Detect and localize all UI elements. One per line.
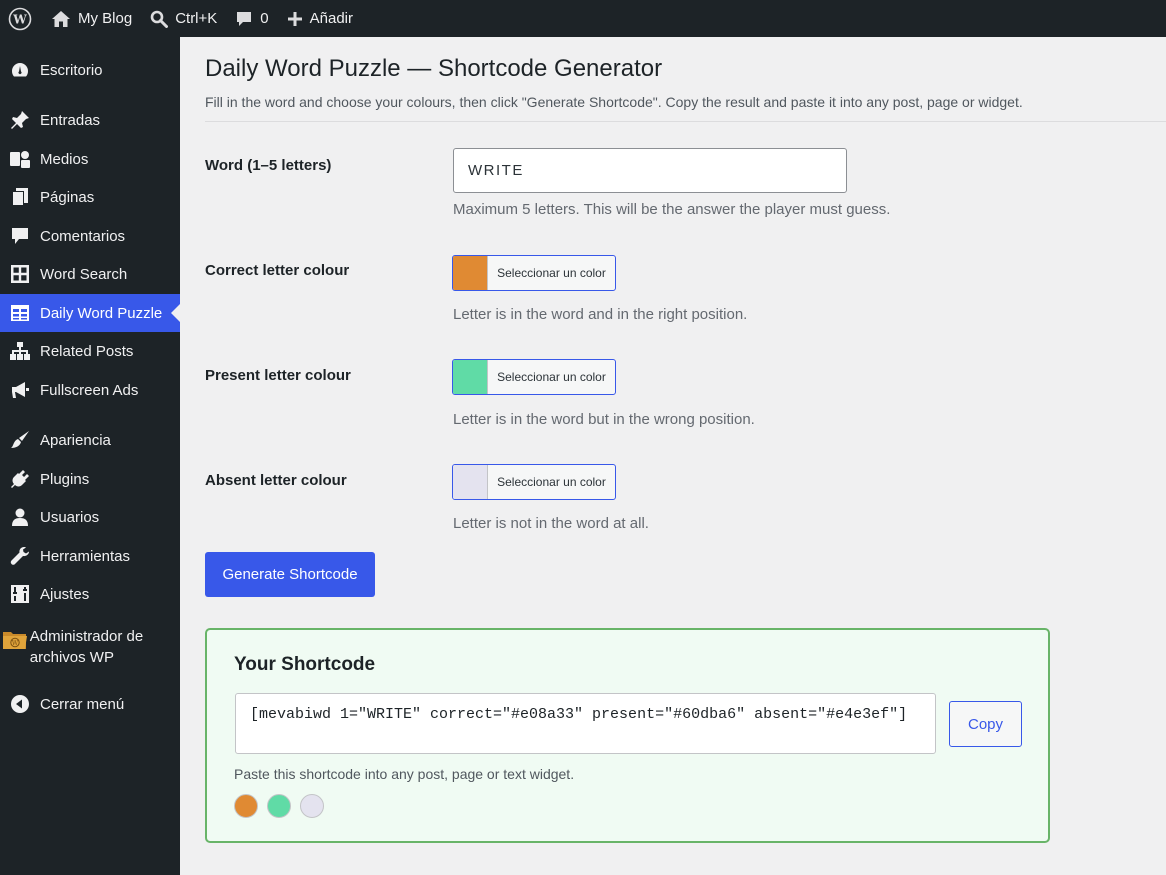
sidebar-item-label: Daily Word Puzzle: [40, 304, 163, 322]
svg-text:W: W: [12, 12, 27, 26]
media-icon: [0, 149, 40, 169]
word-input[interactable]: [453, 148, 847, 193]
sidebar-item-label: Entradas: [40, 111, 101, 129]
sidebar-item-label: Usuarios: [40, 508, 100, 526]
correct-colour-help-text: Letter is in the word and in the right p…: [453, 306, 748, 323]
plus-icon: [287, 11, 302, 26]
sidebar-item-label: Escritorio: [40, 61, 103, 79]
sidebar-item-media[interactable]: Medios: [0, 140, 180, 178]
color-picker-label: Seleccionar un color: [497, 370, 606, 384]
sidebar-item-label: Related Posts: [40, 342, 134, 360]
pages-icon: [0, 187, 40, 207]
page-description: Fill in the word and choose your colours…: [205, 94, 1023, 110]
settings-icon: [0, 584, 40, 604]
add-new-link[interactable]: Añadir: [278, 0, 362, 37]
sidebar-item-label: Comentarios: [40, 227, 126, 245]
sitemap-icon: [0, 341, 40, 361]
correct-colour-dot: [234, 794, 258, 818]
shortcode-result-panel: Your Shortcode [mevabiwd 1="WRITE" corre…: [205, 628, 1050, 843]
comment-bubble-icon: [237, 11, 252, 26]
admin-sidebar: Escritorio Entradas Medios Páginas Comen…: [0, 37, 180, 875]
folder-icon: W: [0, 625, 30, 651]
sidebar-item-fullscreen-ads[interactable]: Fullscreen Ads: [0, 371, 180, 409]
sidebar-item-label: Herramientas: [40, 547, 131, 565]
wordpress-logo-icon[interactable]: W: [0, 0, 42, 37]
site-name-link[interactable]: My Blog: [42, 0, 141, 37]
correct-colour-swatch: [453, 256, 488, 290]
sidebar-item-file-manager[interactable]: W Administrador de archivos WP: [0, 625, 180, 669]
sidebar-item-tools[interactable]: Herramientas: [0, 537, 180, 575]
wrench-icon: [0, 546, 40, 566]
generate-shortcode-button[interactable]: Generate Shortcode: [205, 552, 375, 597]
sidebar-item-label: Administrador de archivos WP: [29, 628, 144, 666]
sidebar-item-settings[interactable]: Ajustes: [0, 575, 180, 613]
home-icon: [52, 10, 70, 27]
sidebar-item-label: Apariencia: [40, 431, 111, 449]
word-help-text: Maximum 5 letters. This will be the answ…: [453, 201, 891, 218]
collapse-icon: [0, 694, 40, 714]
brush-icon: [0, 430, 40, 450]
sidebar-item-label: Ajustes: [40, 585, 90, 603]
sidebar-item-posts[interactable]: Entradas: [0, 101, 180, 139]
correct-colour-picker-button[interactable]: Seleccionar un color: [452, 255, 616, 291]
result-title: Your Shortcode: [234, 654, 376, 675]
absent-colour-help-text: Letter is not in the word at all.: [453, 515, 649, 532]
admin-bar: W My Blog Ctrl+K 0 Añadir: [0, 0, 1166, 37]
present-colour-help-text: Letter is in the word but in the wrong p…: [453, 411, 755, 428]
site-name: My Blog: [78, 10, 133, 27]
svg-text:W: W: [12, 640, 19, 647]
sidebar-item-comments[interactable]: Comentarios: [0, 217, 180, 255]
sidebar-item-daily-word-puzzle[interactable]: Daily Word Puzzle: [0, 294, 180, 332]
word-label: Word (1–5 letters): [205, 157, 332, 174]
sidebar-item-pages[interactable]: Páginas: [0, 178, 180, 216]
sidebar-item-label: Word Search: [40, 265, 128, 283]
present-colour-dot: [267, 794, 291, 818]
present-colour-label: Present letter colour: [205, 367, 351, 384]
divider: [205, 121, 1166, 122]
sidebar-item-users[interactable]: Usuarios: [0, 498, 180, 536]
sidebar-item-label: Fullscreen Ads: [40, 381, 139, 399]
sidebar-item-label: Medios: [40, 150, 89, 168]
sidebar-item-plugins[interactable]: Plugins: [0, 460, 180, 498]
color-picker-label: Seleccionar un color: [497, 266, 606, 280]
comments-link[interactable]: 0: [226, 0, 277, 37]
copy-button[interactable]: Copy: [949, 701, 1022, 747]
search-shortcut: Ctrl+K: [175, 10, 218, 27]
main-content: Daily Word Puzzle — Shortcode Generator …: [180, 37, 1166, 875]
paste-note: Paste this shortcode into any post, page…: [234, 766, 575, 782]
comment-icon: [0, 226, 40, 246]
sidebar-item-word-search[interactable]: Word Search: [0, 255, 180, 293]
dashboard-icon: [0, 60, 40, 80]
sidebar-item-label: Páginas: [40, 188, 95, 206]
absent-colour-dot: [300, 794, 324, 818]
page-title: Daily Word Puzzle — Shortcode Generator: [205, 55, 663, 82]
user-icon: [0, 507, 40, 527]
sidebar-item-related-posts[interactable]: Related Posts: [0, 332, 180, 370]
color-picker-label: Seleccionar un color: [497, 475, 606, 489]
sidebar-item-appearance[interactable]: Apariencia: [0, 421, 180, 459]
present-colour-swatch: [453, 360, 488, 394]
absent-colour-picker-button[interactable]: Seleccionar un color: [452, 464, 616, 500]
correct-colour-label: Correct letter colour: [205, 262, 350, 279]
shortcode-output[interactable]: [mevabiwd 1="WRITE" correct="#e08a33" pr…: [235, 693, 936, 754]
megaphone-icon: [0, 380, 40, 400]
command-palette-link[interactable]: Ctrl+K: [141, 0, 226, 37]
absent-colour-swatch: [453, 465, 488, 499]
search-icon: [150, 10, 169, 28]
plugin-icon: [0, 469, 40, 489]
sidebar-collapse-button[interactable]: Cerrar menú: [0, 685, 180, 723]
comments-count: 0: [260, 10, 269, 27]
sidebar-item-dashboard[interactable]: Escritorio: [0, 51, 180, 89]
table-icon: [0, 304, 40, 322]
present-colour-picker-button[interactable]: Seleccionar un color: [452, 359, 616, 395]
sidebar-item-label: Plugins: [40, 470, 90, 488]
grid-icon: [0, 264, 40, 284]
absent-colour-label: Absent letter colour: [205, 472, 347, 489]
sidebar-item-label: Cerrar menú: [40, 695, 125, 713]
add-new-label: Añadir: [309, 10, 353, 27]
pin-icon: [0, 110, 40, 130]
